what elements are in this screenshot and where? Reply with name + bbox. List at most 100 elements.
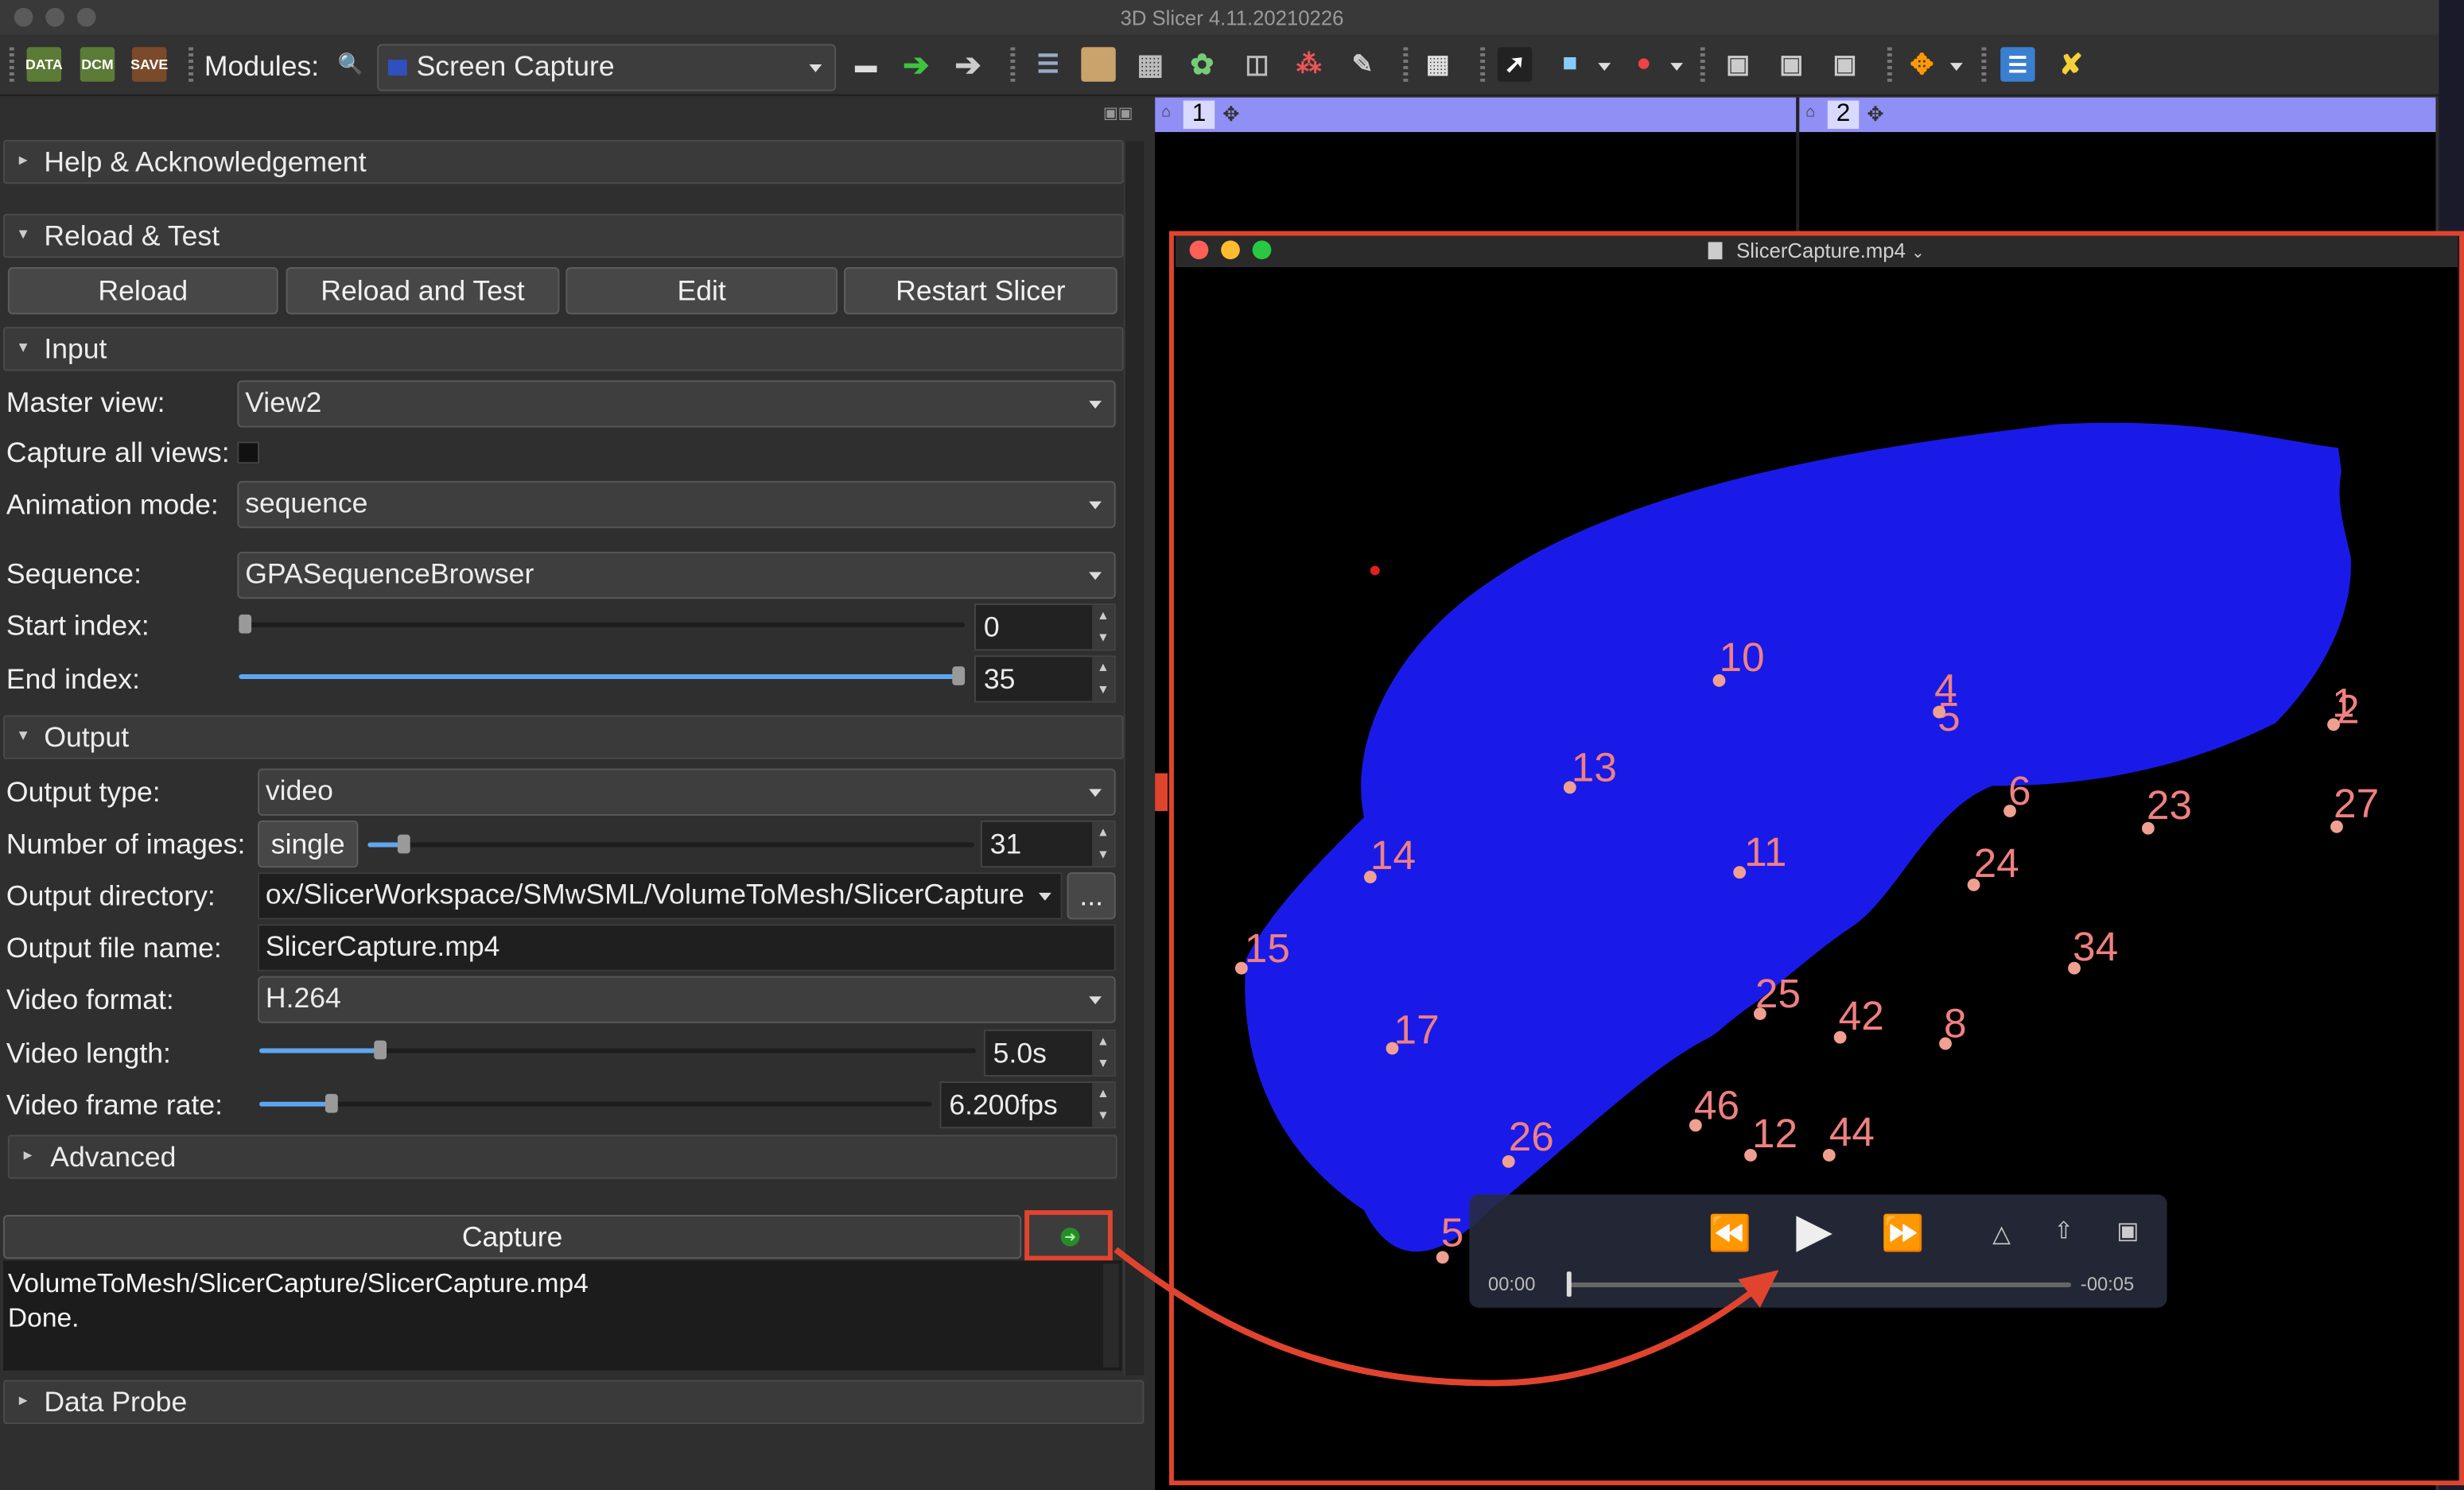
frame-rate-slider-handle[interactable] bbox=[325, 1093, 338, 1113]
capture-all-views-checkbox[interactable] bbox=[237, 441, 260, 464]
start-index-slider-handle[interactable] bbox=[239, 614, 252, 634]
toolbar-grip-icon[interactable] bbox=[1480, 47, 1486, 82]
toolbar-grip-icon[interactable] bbox=[1887, 47, 1892, 82]
output-directory-field[interactable]: ox/SlicerWorkspace/SMwSML/VolumeToMesh/S… bbox=[258, 872, 1063, 920]
module-selected-label: Screen Capture bbox=[416, 50, 615, 82]
panel-float-icon[interactable]: ▣▣ bbox=[1103, 105, 1133, 122]
pin-icon[interactable]: ⌂ bbox=[1161, 103, 1171, 121]
capture-button[interactable]: Capture bbox=[2, 1215, 1022, 1259]
chevron-down-icon[interactable] bbox=[1949, 63, 1963, 71]
transforms-module-icon[interactable]: ◫ bbox=[1240, 47, 1274, 81]
toolbar-grip-icon[interactable] bbox=[9, 47, 14, 82]
start-index-slider[interactable] bbox=[239, 622, 966, 627]
volumes-module-icon[interactable] bbox=[1081, 47, 1116, 82]
spinner-arrows-icon[interactable]: ▲ ▼ bbox=[1092, 821, 1114, 867]
frame-rate-spinbox[interactable]: 6.200fps ▲ ▼ bbox=[939, 1081, 1116, 1129]
edit-button[interactable]: Edit bbox=[565, 267, 838, 315]
section-reload[interactable]: ▾ Reload & Test bbox=[2, 213, 1124, 258]
section-help[interactable]: ▸ Help & Acknowledgement bbox=[2, 139, 1124, 184]
chevron-down-icon[interactable] bbox=[1038, 892, 1051, 901]
view-options-icon[interactable]: ✥ bbox=[1867, 102, 1884, 127]
toolbar-grip-icon[interactable] bbox=[1700, 47, 1705, 82]
play-arrow-icon: ➜ bbox=[1060, 1227, 1080, 1247]
section-output[interactable]: ▾ Output bbox=[2, 715, 1124, 759]
select-pointer-icon[interactable]: ➚ bbox=[1497, 47, 1533, 82]
start-index-spinbox[interactable]: 0 ▲ ▼ bbox=[974, 603, 1116, 651]
annotation-arrow bbox=[1113, 1247, 1779, 1387]
capture-log: VolumeToMesh/SlicerCapture/SlicerCapture… bbox=[2, 1260, 1122, 1371]
chevron-down-icon[interactable] bbox=[1670, 63, 1684, 71]
title-bar: 3D Slicer 4.11.20210226 bbox=[0, 0, 2464, 37]
chevron-right-icon: ▸ bbox=[18, 150, 28, 170]
layout-icon[interactable]: ▦ bbox=[1420, 47, 1455, 81]
start-index-label: Start index: bbox=[6, 609, 150, 642]
video-length-slider-fill bbox=[259, 1048, 379, 1053]
browse-directory-button[interactable]: ... bbox=[1067, 872, 1116, 920]
spinner-arrows-icon[interactable]: ▲ ▼ bbox=[1092, 605, 1114, 650]
single-image-button[interactable]: single bbox=[258, 820, 359, 868]
forward-arrow-icon[interactable]: ➔ bbox=[950, 47, 985, 82]
chevron-down-icon[interactable] bbox=[1598, 63, 1611, 71]
end-index-label: End index: bbox=[6, 663, 140, 695]
spinner-arrows-icon[interactable]: ▲ ▼ bbox=[1092, 657, 1114, 701]
view2-bar[interactable]: ⌂ 2 ✥ bbox=[1799, 97, 2436, 133]
video-length-slider-handle[interactable] bbox=[374, 1040, 387, 1060]
view1-bar[interactable]: ⌂ 1 ✥ bbox=[1155, 97, 1797, 133]
data-module-icon[interactable]: ☰ bbox=[1031, 47, 1065, 81]
video-format-label: Video format: bbox=[6, 984, 174, 1016]
video-format-select[interactable]: H.264 bbox=[258, 976, 1116, 1023]
splitter-handle[interactable] bbox=[1155, 773, 1168, 812]
load-data-button[interactable]: DATA bbox=[25, 47, 63, 82]
output-type-select[interactable]: video bbox=[258, 768, 1116, 816]
spinner-arrows-icon[interactable]: ▲ ▼ bbox=[1092, 1083, 1114, 1127]
fiducial-icon[interactable]: ● bbox=[1626, 47, 1661, 81]
pin-icon[interactable]: ⌂ bbox=[1805, 103, 1815, 121]
toolbar-grip-icon[interactable] bbox=[1010, 47, 1016, 82]
restart-slicer-button[interactable]: Restart Slicer bbox=[843, 267, 1117, 315]
scene-restore-icon[interactable]: ▣ bbox=[1828, 47, 1862, 81]
chevron-right-icon: ▸ bbox=[18, 1391, 28, 1410]
end-index-slider-fill bbox=[239, 674, 959, 679]
save-button[interactable]: SAVE bbox=[130, 47, 168, 82]
section-advanced[interactable]: ▸ Advanced bbox=[7, 1135, 1117, 1179]
reload-and-test-button[interactable]: Reload and Test bbox=[286, 267, 560, 315]
animation-mode-select[interactable]: sequence bbox=[237, 480, 1116, 529]
screenshot-camera-icon[interactable]: ▣ bbox=[1720, 47, 1755, 81]
section-data-probe[interactable]: ▸ Data Probe bbox=[2, 1379, 1145, 1424]
scene-view-icon[interactable]: ▣ bbox=[1774, 47, 1809, 81]
section-input[interactable]: ▾ Input bbox=[2, 327, 1124, 371]
annotations-icon[interactable]: ✎ bbox=[1345, 47, 1379, 81]
toolbar-grip-icon[interactable] bbox=[188, 47, 194, 82]
module-history-icon[interactable]: ▬ bbox=[849, 47, 883, 81]
segment-editor-icon[interactable]: ✿ bbox=[1185, 47, 1219, 81]
crosshair-icon[interactable]: ✥ bbox=[1905, 47, 1939, 81]
spinner-arrows-icon[interactable]: ▲ ▼ bbox=[1092, 1030, 1114, 1076]
back-arrow-icon[interactable]: ➔ bbox=[899, 47, 933, 82]
output-file-name-field[interactable]: SlicerCapture.mp4 bbox=[258, 924, 1116, 972]
end-index-spinbox[interactable]: 35 ▲ ▼ bbox=[974, 655, 1116, 703]
toolbar-grip-icon[interactable] bbox=[1403, 47, 1409, 82]
sequence-select[interactable]: GPASequenceBrowser bbox=[237, 551, 1116, 599]
number-of-images-slider[interactable] bbox=[367, 842, 974, 848]
place-markup-icon[interactable]: ■ bbox=[1553, 47, 1587, 81]
end-index-slider-handle[interactable] bbox=[952, 666, 966, 685]
panel-scrollbar[interactable] bbox=[1123, 141, 1145, 1376]
master-view-select[interactable]: View2 bbox=[237, 380, 1116, 428]
load-dicom-button[interactable]: DCM bbox=[80, 47, 115, 82]
video-length-spinbox[interactable]: 5.0s ▲ ▼ bbox=[983, 1029, 1116, 1077]
view-options-icon[interactable]: ✥ bbox=[1222, 102, 1240, 127]
frame-rate-slider[interactable] bbox=[259, 1101, 932, 1107]
chevron-down-icon: ▾ bbox=[18, 224, 28, 244]
reload-button[interactable]: Reload bbox=[7, 267, 278, 315]
toolbar-grip-icon[interactable] bbox=[1981, 47, 1987, 82]
view1-number: 1 bbox=[1183, 100, 1215, 130]
markups-module-icon[interactable]: ⁂ bbox=[1292, 47, 1326, 81]
models-module-icon[interactable]: ▦ bbox=[1133, 47, 1168, 81]
module-search-icon[interactable]: 🔍 bbox=[333, 47, 367, 81]
number-of-images-spinbox[interactable]: 31 ▲ ▼ bbox=[980, 820, 1116, 868]
number-of-images-slider-handle[interactable] bbox=[397, 834, 410, 854]
output-file-name-label: Output file name: bbox=[6, 932, 222, 964]
extension-manager-icon[interactable]: ☰ bbox=[2000, 47, 2035, 82]
module-selector[interactable]: Screen Capture bbox=[377, 44, 837, 91]
python-console-icon[interactable]: ✘ bbox=[2054, 47, 2088, 81]
